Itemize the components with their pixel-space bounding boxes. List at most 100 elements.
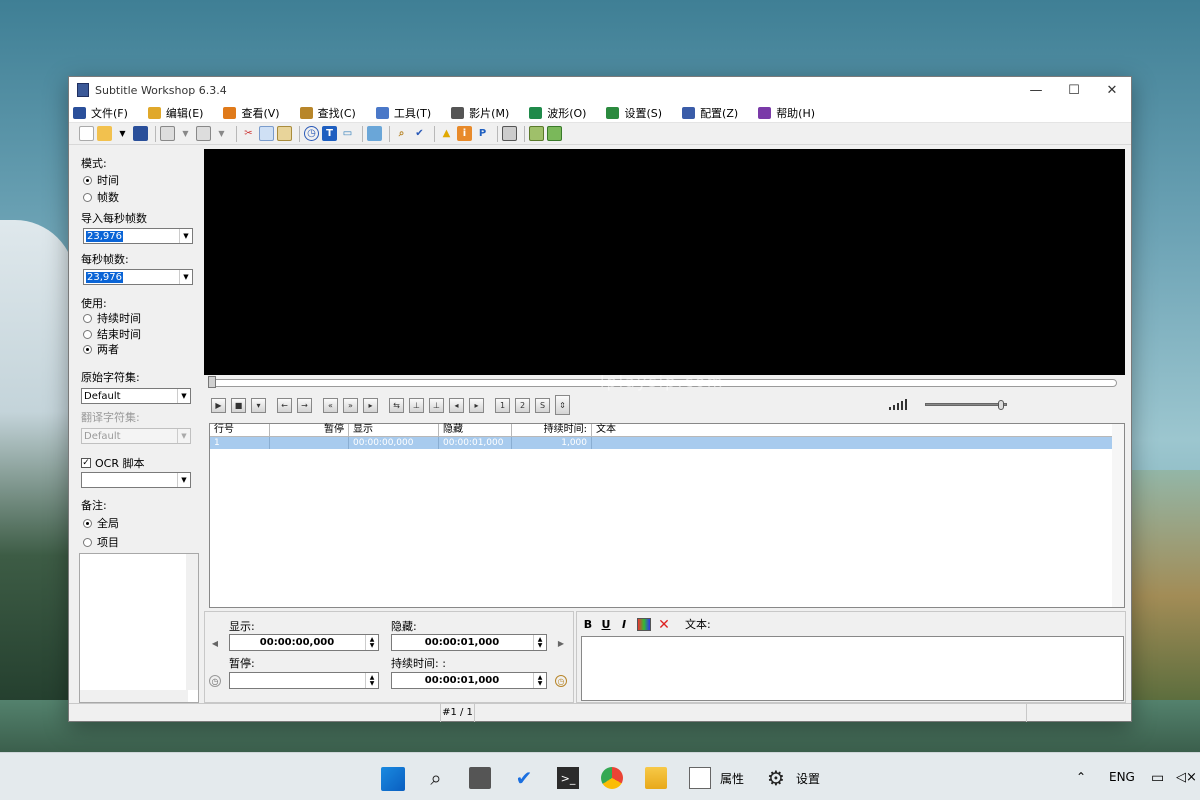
properties-window-icon[interactable]	[689, 767, 711, 789]
orig-charset-select[interactable]: Default ▼	[81, 388, 191, 404]
color-palette-icon[interactable]	[637, 618, 651, 631]
play-button[interactable]: ▶	[211, 397, 226, 413]
taskbar-settings-label[interactable]: 设置	[796, 770, 820, 787]
stopwatch-icon[interactable]: ◷	[555, 675, 567, 687]
text-icon[interactable]: T	[322, 126, 337, 141]
menu-item[interactable]: 影片(M)	[451, 105, 509, 121]
next-button[interactable]: →	[297, 397, 312, 413]
export-icon[interactable]	[529, 126, 544, 141]
forward-button[interactable]: »	[343, 397, 358, 413]
notes-global-radio[interactable]: 全局	[83, 515, 119, 531]
spin-arrows-icon[interactable]: ▲ ▼	[365, 673, 378, 688]
rewind-button[interactable]: «	[323, 397, 338, 413]
back-subtitle-button[interactable]: ◂	[449, 397, 464, 413]
video-preview[interactable]	[204, 149, 1125, 375]
notes-textarea[interactable]	[79, 553, 199, 703]
taskbar-properties-label[interactable]: 属性	[720, 770, 744, 787]
import-icon[interactable]	[547, 126, 562, 141]
speaker-muted-icon[interactable]: ◁×	[1176, 770, 1197, 785]
display-mode-2-button[interactable]: 2	[515, 397, 530, 413]
italic-button[interactable]: I	[617, 618, 631, 631]
close-button[interactable]: ✕	[1093, 77, 1131, 103]
maximize-button[interactable]: ☐	[1055, 77, 1093, 103]
display-mode-s-button[interactable]: S	[535, 397, 550, 413]
hide-time-input[interactable]: 00:00:01,000 ▲ ▼	[391, 634, 547, 651]
volume-thumb[interactable]	[997, 400, 1004, 410]
settings-gear-icon[interactable]: ⚙	[765, 766, 787, 790]
paste-icon[interactable]	[277, 126, 292, 141]
input-fps-select[interactable]: 23,976 ▼	[83, 228, 193, 244]
clock-icon[interactable]: ◷	[304, 126, 319, 141]
chevron-down-icon[interactable]: ▼	[179, 270, 192, 284]
speed-spinner[interactable]: ⇕	[555, 395, 570, 415]
file-explorer-icon[interactable]	[645, 767, 667, 789]
grid-scrollbar[interactable]	[1112, 424, 1124, 607]
ocr-script-checkbox[interactable]: ✓ OCR 脚本	[81, 455, 144, 471]
seek-thumb[interactable]	[208, 376, 216, 388]
copy-icon[interactable]	[259, 126, 274, 141]
menu-item[interactable]: 工具(T)	[375, 105, 431, 121]
undo-dropdown-icon[interactable]: ▼	[178, 126, 193, 141]
minimize-button[interactable]: —	[1017, 77, 1055, 103]
search-icon[interactable]: ⌕	[394, 126, 409, 141]
next-subtitle-icon[interactable]: ▶	[555, 637, 567, 649]
chevron-down-icon[interactable]: ▼	[177, 473, 190, 487]
new-file-icon[interactable]	[79, 126, 94, 141]
redo-icon[interactable]	[196, 126, 211, 141]
windows-start-icon[interactable]	[381, 767, 405, 791]
warning-icon[interactable]: ▲	[439, 126, 454, 141]
title-bar[interactable]: Subtitle Workshop 6.3.4 — ☐ ✕	[69, 77, 1131, 103]
col-text[interactable]: 文本	[592, 424, 1111, 436]
subtitle-text-input[interactable]	[581, 636, 1124, 701]
menu-item[interactable]: 波形(O)	[529, 105, 586, 121]
cut-icon[interactable]: ✂	[241, 126, 256, 141]
menu-item[interactable]: 帮助(H)	[758, 105, 815, 121]
terminal-icon[interactable]: >_	[557, 767, 579, 789]
ocr-script-select[interactable]: ▼	[81, 472, 191, 488]
save-icon[interactable]	[133, 126, 148, 141]
display-mode-1-button[interactable]: 1	[495, 397, 510, 413]
menu-item[interactable]: 配置(Z)	[682, 105, 738, 121]
show-time-input[interactable]: 00:00:00,000 ▲ ▼	[229, 634, 379, 651]
language-indicator[interactable]: ENG	[1109, 770, 1135, 784]
step-button[interactable]: ▸	[363, 397, 378, 413]
prev-subtitle-icon[interactable]: ◀	[209, 637, 221, 649]
mode-time-radio[interactable]: 时间	[83, 172, 119, 188]
dropdown-arrow-icon[interactable]: ▼	[115, 126, 130, 141]
use-duration-radio[interactable]: 持续时间	[83, 310, 141, 326]
start-sub-button[interactable]: ⊥	[429, 397, 444, 413]
search-icon[interactable]: ⌕	[425, 766, 447, 790]
prev-button[interactable]: ←	[277, 397, 292, 413]
spellcheck-doc-icon[interactable]	[367, 126, 382, 141]
chrome-icon[interactable]	[601, 767, 623, 789]
col-show[interactable]: 显示	[349, 424, 439, 436]
video-toggle-icon[interactable]	[502, 126, 517, 141]
spin-arrows-icon[interactable]: ▲ ▼	[533, 635, 546, 650]
fps-select[interactable]: 23,976 ▼	[83, 269, 193, 285]
mode-frames-radio[interactable]: 帧数	[83, 189, 119, 205]
bold-button[interactable]: B	[581, 618, 595, 631]
col-duration[interactable]: 持续时间:	[512, 424, 592, 436]
duration-time-input[interactable]: 00:00:01,000 ▲ ▼	[391, 672, 547, 689]
table-row[interactable]: 1 00:00:00,000 00:00:01,000 1,000	[210, 437, 1124, 449]
menu-item[interactable]: 设置(S)	[606, 105, 662, 121]
redo-dropdown-icon[interactable]: ▼	[214, 126, 229, 141]
use-both-radio[interactable]: 两者	[83, 341, 119, 357]
volume-slider[interactable]	[925, 400, 1007, 410]
forward-subtitle-button[interactable]: ▸	[469, 397, 484, 413]
remove-format-icon[interactable]: ✕	[657, 617, 671, 633]
col-hide[interactable]: 隐藏	[439, 424, 512, 436]
undo-icon[interactable]	[160, 126, 175, 141]
info-icon[interactable]: i	[457, 126, 472, 141]
chevron-down-icon[interactable]: ▼	[177, 389, 190, 403]
col-pause[interactable]: 暂停	[270, 424, 349, 436]
set-hide-button[interactable]: ⊥	[409, 397, 424, 413]
menu-item[interactable]: 查找(C)	[299, 105, 356, 121]
use-end-radio[interactable]: 结束时间	[83, 326, 141, 342]
col-line[interactable]: 行号	[210, 424, 270, 436]
subtitle-grid[interactable]: 行号 暂停 显示 隐藏 持续时间: 文本 1 00:00:00,000 00:0…	[209, 423, 1125, 608]
speech-bubble-icon[interactable]: ▭	[340, 126, 355, 141]
menu-item[interactable]: 查看(V)	[223, 105, 280, 121]
pause-time-input[interactable]: ▲ ▼	[229, 672, 379, 689]
task-view-icon[interactable]	[469, 767, 491, 789]
